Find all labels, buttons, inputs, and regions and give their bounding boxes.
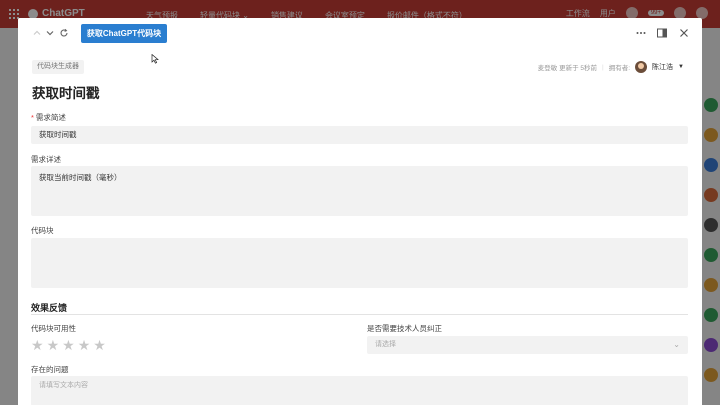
star-icon[interactable]: ★ bbox=[47, 338, 60, 352]
summary-label: * 需求简述 bbox=[31, 113, 66, 122]
feedback-section-title: 效果反馈 bbox=[31, 303, 68, 313]
updated-info: 麦登敏 更新于 5秒前 bbox=[537, 65, 598, 72]
star-icon[interactable]: ★ bbox=[78, 338, 91, 352]
summary-field[interactable]: 获取时间戳 bbox=[31, 126, 688, 144]
star-icon[interactable]: ★ bbox=[62, 338, 75, 352]
issues-textarea[interactable]: 请填写文本内容 bbox=[31, 376, 688, 405]
usability-label: 代码块可用性 bbox=[31, 324, 76, 333]
chevron-down-icon[interactable] bbox=[45, 28, 55, 38]
more-icon[interactable] bbox=[635, 27, 647, 39]
modal-header: 获取ChatGPT代码块 bbox=[18, 18, 702, 48]
code-field[interactable] bbox=[31, 238, 688, 288]
detail-label: 需求详述 bbox=[31, 155, 61, 164]
mouse-cursor-icon bbox=[151, 53, 159, 64]
correction-select[interactable]: 请选择 ⌄ bbox=[367, 336, 688, 354]
record-meta: 麦登敏 更新于 5秒前 | 拥有者: 陈江浩 ▼ bbox=[538, 61, 684, 73]
refresh-icon[interactable] bbox=[59, 28, 69, 38]
rating-stars[interactable]: ★ ★ ★ ★ ★ bbox=[31, 338, 106, 352]
record-type-tag: 代码块生成器 bbox=[32, 60, 84, 74]
record-modal: 获取ChatGPT代码块 代码块生成器 麦登敏 更新于 5秒前 | 拥有者: 陈… bbox=[18, 18, 702, 405]
chevron-down-icon: ⌄ bbox=[673, 340, 680, 349]
close-icon[interactable] bbox=[678, 27, 690, 39]
detail-field[interactable]: 获取当前时间戳（毫秒） bbox=[31, 166, 688, 216]
owner-label: 拥有者: bbox=[608, 65, 631, 72]
correction-label: 是否需要技术人员纠正 bbox=[367, 324, 442, 333]
get-code-button[interactable]: 获取ChatGPT代码块 bbox=[81, 24, 167, 43]
issues-label: 存在的问题 bbox=[31, 365, 69, 374]
owner-name[interactable]: 陈江浩 bbox=[652, 62, 673, 72]
caret-down-icon[interactable]: ▼ bbox=[678, 64, 684, 70]
code-label: 代码块 bbox=[31, 226, 54, 235]
star-icon[interactable]: ★ bbox=[31, 338, 44, 352]
select-placeholder: 请选择 bbox=[375, 341, 396, 348]
divider bbox=[31, 314, 688, 315]
avatar bbox=[635, 61, 648, 73]
chevron-up-icon[interactable] bbox=[32, 28, 42, 38]
divider: | bbox=[602, 63, 604, 71]
page-title: 获取时间戳 bbox=[32, 86, 100, 101]
split-view-icon[interactable] bbox=[656, 27, 668, 39]
star-icon[interactable]: ★ bbox=[93, 338, 106, 352]
